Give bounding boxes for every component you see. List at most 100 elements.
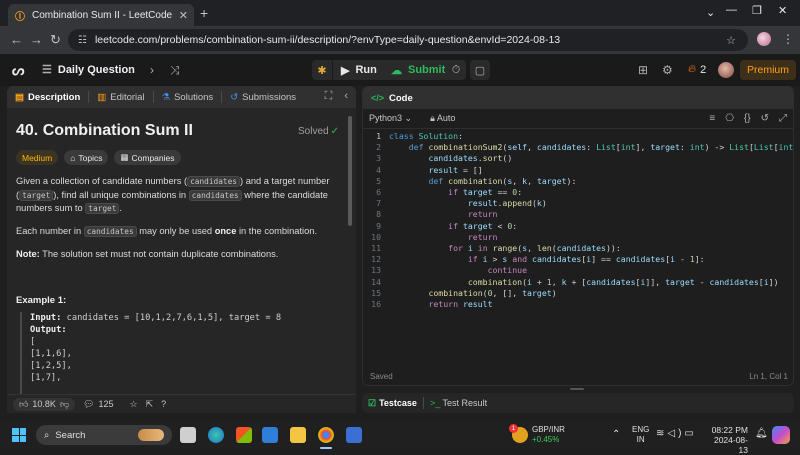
tab-solutions[interactable]: ⚗ Solutions (154, 92, 222, 103)
tray-chevron-icon[interactable]: ⌃ (612, 429, 620, 440)
code-line[interactable]: 6 if target == 0: (363, 187, 793, 198)
tab-test-result[interactable]: >_ Test Result (430, 398, 487, 408)
file-explorer-icon[interactable] (290, 427, 306, 443)
comments-button[interactable]: 💬︎ 125 (83, 399, 113, 410)
collapse-chevron-icon[interactable]: ‹ (344, 90, 348, 103)
line-text: if target == 0: (448, 187, 523, 198)
forex-widget[interactable]: 1 GBP/INR +0.45% (509, 424, 565, 445)
settings-gear-icon[interactable]: ⚙ (662, 63, 673, 77)
windows-start-icon[interactable] (12, 428, 26, 442)
browser-tab[interactable]: ⓛ Combination Sum II - LeetCode ✕ (8, 4, 194, 26)
reload-icon[interactable]: ↻ (50, 32, 61, 48)
new-tab-button[interactable]: + (200, 5, 208, 21)
code-line[interactable]: 7 result.append(k) (363, 198, 793, 209)
maximize-icon[interactable]: ⛶ (325, 90, 333, 103)
store-icon[interactable] (236, 427, 252, 443)
notes-icon[interactable]: ▢ (470, 60, 490, 80)
solved-label: Solved (298, 126, 329, 137)
code-line[interactable]: 12 if i > s and candidates[i] == candida… (363, 254, 793, 265)
code-line[interactable]: 4 result = [] (363, 165, 793, 176)
forward-arrow-icon[interactable]: → (30, 32, 43, 47)
profile-avatar[interactable] (757, 32, 771, 46)
tab-editorial[interactable]: ▥ Editorial (89, 92, 152, 103)
tab-testcase[interactable]: ☑ Testcase (368, 398, 417, 409)
companies-tag[interactable]: ▦ Companies (114, 150, 181, 165)
language-indicator[interactable]: ENG IN (632, 425, 649, 445)
next-problem-chevron-icon[interactable]: › (150, 63, 154, 77)
difficulty-badge[interactable]: Medium (16, 150, 59, 165)
url-input[interactable]: ☷ leetcode.com/problems/combination-sum-… (68, 29, 748, 51)
tab-description[interactable]: ▤ Description (7, 92, 88, 103)
tab-search-chevron-icon[interactable]: ⌄ (706, 6, 715, 19)
favorite-star-icon[interactable]: ☆ (130, 399, 138, 410)
code-line[interactable]: 1 class Solution: (363, 131, 793, 142)
line-text: return (467, 209, 498, 220)
line-number: 5 (376, 175, 381, 186)
notification-bell-icon[interactable]: 🔔︎ (755, 428, 768, 439)
code-line[interactable]: 16 return result (363, 299, 793, 310)
description-scrollbar[interactable] (347, 108, 353, 408)
back-arrow-icon[interactable]: ← (10, 32, 23, 47)
streak-counter[interactable]: 🔥︎ 2 (688, 63, 706, 76)
auto-mode[interactable]: 🔒︎ Auto (430, 113, 455, 124)
code-line[interactable]: 3 candidates.sort() (363, 153, 793, 164)
code-line[interactable]: 15 combination(0, [], target) (363, 288, 793, 299)
clock[interactable]: 08:22 PM 2024-08-13 (708, 425, 748, 455)
chrome-icon[interactable] (318, 427, 334, 443)
leetcode-logo-icon[interactable]: ᔕ (12, 62, 28, 78)
prev-problem-chevron-icon[interactable]: ‹ (128, 63, 132, 77)
language-select[interactable]: Python3 ⌄ (369, 113, 412, 124)
user-avatar[interactable] (718, 62, 734, 78)
tab-label: Solutions (174, 91, 214, 103)
daily-question-nav[interactable]: ☰ Daily Question (42, 63, 135, 77)
taskbar-search[interactable]: ⌕ Search (36, 425, 172, 445)
browser-menu-icon[interactable]: ⋮ (782, 32, 794, 46)
timer-icon[interactable]: ⏱ (446, 60, 466, 80)
braces-icon[interactable]: {} (744, 113, 751, 124)
edge-icon[interactable] (208, 427, 224, 443)
premium-button[interactable]: Premium (740, 60, 796, 80)
share-icon[interactable]: ⇱ (146, 399, 154, 410)
vscode-icon[interactable] (262, 427, 278, 443)
layout-grid-icon[interactable]: ⊞ (638, 63, 648, 77)
reset-icon[interactable]: ↺ (761, 113, 769, 124)
copilot-icon[interactable] (772, 426, 790, 444)
bookmark-star-icon[interactable]: ☆ (726, 34, 736, 47)
close-tab-icon[interactable]: ✕ (179, 9, 188, 22)
code-line[interactable]: 10 return (363, 232, 793, 243)
submit-button[interactable]: ☁ Submit (383, 60, 454, 80)
code-line[interactable]: 9 if target < 0: (363, 221, 793, 232)
restore-icon[interactable]: ❐ (752, 4, 762, 17)
scrollbar-thumb[interactable] (348, 116, 352, 226)
shuffle-icon[interactable]: ⤨ (170, 63, 180, 78)
panel-resize-handle[interactable] (570, 388, 584, 390)
code-area[interactable]: 1 class Solution: 2 def combinationSum2(se… (363, 131, 794, 361)
search-icon: ⌕ (44, 429, 50, 441)
tab-submissions[interactable]: ↺ Submissions (222, 92, 304, 103)
format-icon[interactable]: ≡ (709, 113, 715, 124)
description-footer: 👍︎ 10.8K 👎︎ 💬︎ 125 ☆ ⇱ ? (7, 394, 356, 413)
code-line[interactable]: 13 continue (363, 265, 793, 276)
system-icons[interactable]: ≋◁)▭ (656, 428, 697, 439)
like-button[interactable]: 👍︎ 10.8K 👎︎ (13, 397, 76, 411)
expand-icon[interactable]: ⤢ (779, 113, 787, 124)
debug-bug-icon[interactable]: ✱ (312, 60, 332, 80)
code-line[interactable]: 8 return (363, 209, 793, 220)
task-view-icon[interactable] (180, 427, 196, 443)
code-line[interactable]: 5 def combination(s, k, target): (363, 175, 793, 187)
close-window-icon[interactable]: ✕ (778, 4, 787, 17)
bookmark-icon[interactable]: ⎔ (725, 113, 734, 124)
topics-label: Topics (78, 152, 103, 163)
code-line[interactable]: 14 combination(i + 1, k + [candidates[i]… (363, 277, 793, 288)
app-icon[interactable] (346, 427, 362, 443)
site-settings-icon[interactable]: ☷ (78, 35, 87, 46)
topics-tag[interactable]: ⌂ Topics (64, 150, 109, 165)
run-button[interactable]: ▶ Run (333, 60, 385, 80)
thumbs-down-icon[interactable]: 👎︎ (60, 399, 69, 410)
line-text: def combinationSum2(self, candidates: Li… (408, 142, 794, 153)
terminal-icon: >_ (429, 398, 441, 408)
code-line[interactable]: 11 for i in range(s, len(candidates)): (363, 243, 793, 254)
minimize-icon[interactable]: — (726, 4, 737, 16)
code-line[interactable]: 2 def combinationSum2(self, candidates: … (363, 142, 794, 153)
help-icon[interactable]: ? (161, 399, 166, 409)
